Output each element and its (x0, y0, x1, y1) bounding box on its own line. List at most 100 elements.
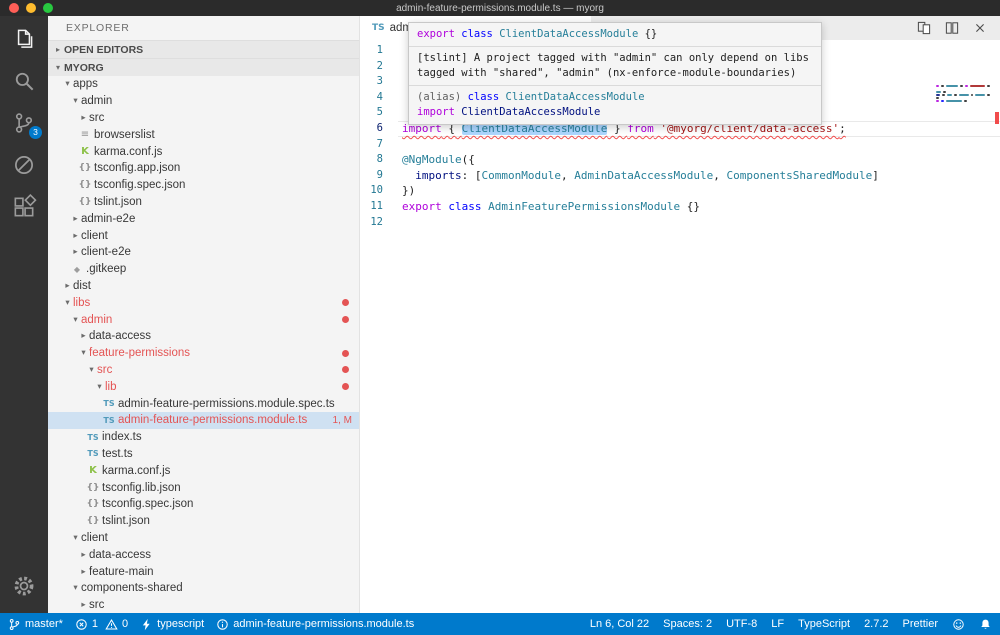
tree-item-label: client-e2e (81, 246, 131, 258)
status-label: Ln 6, Col 22 (590, 618, 649, 630)
code-line-8[interactable]: @NgModule({ (398, 152, 1000, 168)
ts-file-icon: TS (102, 416, 116, 425)
explorer-sidebar: EXPLORER ▸ OPEN EDITORS ▾ MYORG ▾apps▾ad… (48, 16, 360, 613)
tree-item-tsconfig.spec.json[interactable]: {}tsconfig.spec.json (48, 496, 359, 513)
tree-item-client[interactable]: ▸client (48, 227, 359, 244)
list-file-icon: ≡ (78, 129, 92, 140)
status-language-mode[interactable]: TypeScript (798, 618, 850, 630)
tree-item-test.ts[interactable]: TStest.ts (48, 446, 359, 463)
tree-item-karma.conf.js[interactable]: Kkarma.conf.js (48, 462, 359, 479)
status-end-of-line[interactable]: LF (771, 618, 784, 630)
code-line-7[interactable] (398, 137, 1000, 153)
tree-item-libs[interactable]: ▾libs (48, 294, 359, 311)
json-file-icon: {} (86, 499, 100, 509)
tree-item-data-access[interactable]: ▸data-access (48, 546, 359, 563)
code-token: , (561, 169, 574, 182)
code-line-10[interactable]: }) (398, 183, 1000, 199)
tree-item-lib[interactable]: ▾lib (48, 378, 359, 395)
status-active-file-problems[interactable]: admin-feature-permissions.module.ts (216, 618, 414, 631)
debug-icon[interactable] (11, 152, 37, 178)
tree-item-tsconfig.lib.json[interactable]: {}tsconfig.lib.json (48, 479, 359, 496)
tree-item-src[interactable]: ▸src (48, 597, 359, 613)
open-changes-icon[interactable] (916, 20, 932, 36)
search-icon[interactable] (11, 68, 37, 94)
code-token: export (417, 28, 455, 40)
tree-item-tsconfig.app.json[interactable]: {}tsconfig.app.json (48, 160, 359, 177)
tree-item-tsconfig.spec.json[interactable]: {}tsconfig.spec.json (48, 177, 359, 194)
section-workspace-root[interactable]: ▾ MYORG (48, 58, 359, 76)
tree-item-feature-main[interactable]: ▸feature-main (48, 563, 359, 580)
chevron-right-icon: ▸ (78, 331, 89, 341)
status-typescript-version[interactable]: 2.7.2 (864, 618, 888, 630)
extensions-icon[interactable] (11, 194, 37, 220)
tree-item-admin-feature-permissions.module.ts[interactable]: TSadmin-feature-permissions.module.ts1, … (48, 412, 359, 429)
minimize-window-button[interactable] (26, 3, 36, 13)
section-open-editors[interactable]: ▸ OPEN EDITORS (48, 40, 359, 58)
tree-item-karma.conf.js[interactable]: Kkarma.conf.js (48, 143, 359, 160)
close-window-button[interactable] (9, 3, 19, 13)
tree-item-browserslist[interactable]: ≡browserslist (48, 126, 359, 143)
tree-item-apps[interactable]: ▾apps (48, 76, 359, 93)
status-label: admin-feature-permissions.module.ts (233, 618, 414, 630)
zoom-window-button[interactable] (43, 3, 53, 13)
tree-item-src[interactable]: ▾src (48, 362, 359, 379)
status-prettier[interactable]: Prettier (903, 618, 938, 630)
code-token: ClientDataAccessModule (461, 106, 600, 118)
code-token: import (417, 106, 455, 118)
tree-item-label: dist (73, 280, 91, 292)
line-number: 7 (360, 137, 383, 153)
code-token: ClientDataAccessModule (506, 91, 645, 103)
status-label: 2.7.2 (864, 618, 888, 630)
status-git-branch[interactable]: master* (8, 618, 63, 631)
tree-item-.gitkeep[interactable]: ◆.gitkeep (48, 261, 359, 278)
code-line-11[interactable]: export class AdminFeaturePermissionsModu… (398, 199, 1000, 215)
overview-ruler-error-mark (995, 112, 999, 124)
tree-item-feature-permissions[interactable]: ▾feature-permissions (48, 345, 359, 362)
source-control-icon[interactable]: 3 (11, 110, 37, 136)
tree-item-src[interactable]: ▸src (48, 110, 359, 127)
tree-item-label: admin (81, 314, 112, 326)
hover-message-line: [tslint] A project tagged with "admin" c… (417, 51, 813, 66)
settings-icon[interactable] (11, 573, 37, 599)
tree-item-dist[interactable]: ▸dist (48, 278, 359, 295)
status-feedback[interactable] (952, 618, 965, 631)
tree-item-admin[interactable]: ▾admin (48, 93, 359, 110)
tree-item-admin[interactable]: ▾admin (48, 311, 359, 328)
tree-item-admin-e2e[interactable]: ▸admin-e2e (48, 210, 359, 227)
status-cursor-position[interactable]: Ln 6, Col 22 (590, 618, 649, 630)
tree-item-label: tsconfig.app.json (94, 162, 180, 174)
status-indentation[interactable]: Spaces: 2 (663, 618, 712, 630)
close-editor-icon[interactable] (972, 20, 988, 36)
tree-item-label: browserslist (94, 129, 155, 141)
tree-item-client-e2e[interactable]: ▸client-e2e (48, 244, 359, 261)
tree-item-tslint.json[interactable]: {}tslint.json (48, 513, 359, 530)
minimap[interactable] (936, 70, 990, 106)
branch-icon (8, 618, 21, 631)
split-editor-icon[interactable] (944, 20, 960, 36)
titlebar: admin-feature-permissions.module.ts — my… (0, 0, 1000, 16)
status-encoding[interactable]: UTF-8 (726, 618, 757, 630)
tree-item-label: data-access (89, 330, 151, 342)
code-line-9[interactable]: imports: [CommonModule, AdminDataAccessM… (398, 168, 1000, 184)
tree-item-components-shared[interactable]: ▾components-shared (48, 580, 359, 597)
status-notifications[interactable] (979, 618, 992, 631)
activity-bar: 3 (0, 16, 48, 613)
code-token: AdminDataAccessModule (574, 169, 713, 182)
status-label: Prettier (903, 618, 938, 630)
status-warning-count[interactable]: 0 (105, 618, 128, 631)
status-error-count[interactable]: 1 (75, 618, 98, 631)
problem-dot-badge (342, 299, 349, 306)
code-line-12[interactable] (398, 215, 1000, 231)
status-tslint-status[interactable]: typescript (140, 618, 204, 631)
tree-item-label: src (89, 599, 104, 611)
tree-item-client[interactable]: ▾client (48, 530, 359, 547)
chevron-down-icon: ▾ (70, 533, 81, 543)
explorer-icon[interactable] (11, 26, 37, 52)
tree-item-tslint.json[interactable]: {}tslint.json (48, 194, 359, 211)
tree-item-index.ts[interactable]: TSindex.ts (48, 429, 359, 446)
tree-item-data-access[interactable]: ▸data-access (48, 328, 359, 345)
tree-item-admin-feature-permissions.module.spec.ts[interactable]: TSadmin-feature-permissions.module.spec.… (48, 395, 359, 412)
line-number: 9 (360, 168, 383, 184)
tree-item-label: client (81, 532, 108, 544)
tree-item-label: components-shared (81, 582, 183, 594)
